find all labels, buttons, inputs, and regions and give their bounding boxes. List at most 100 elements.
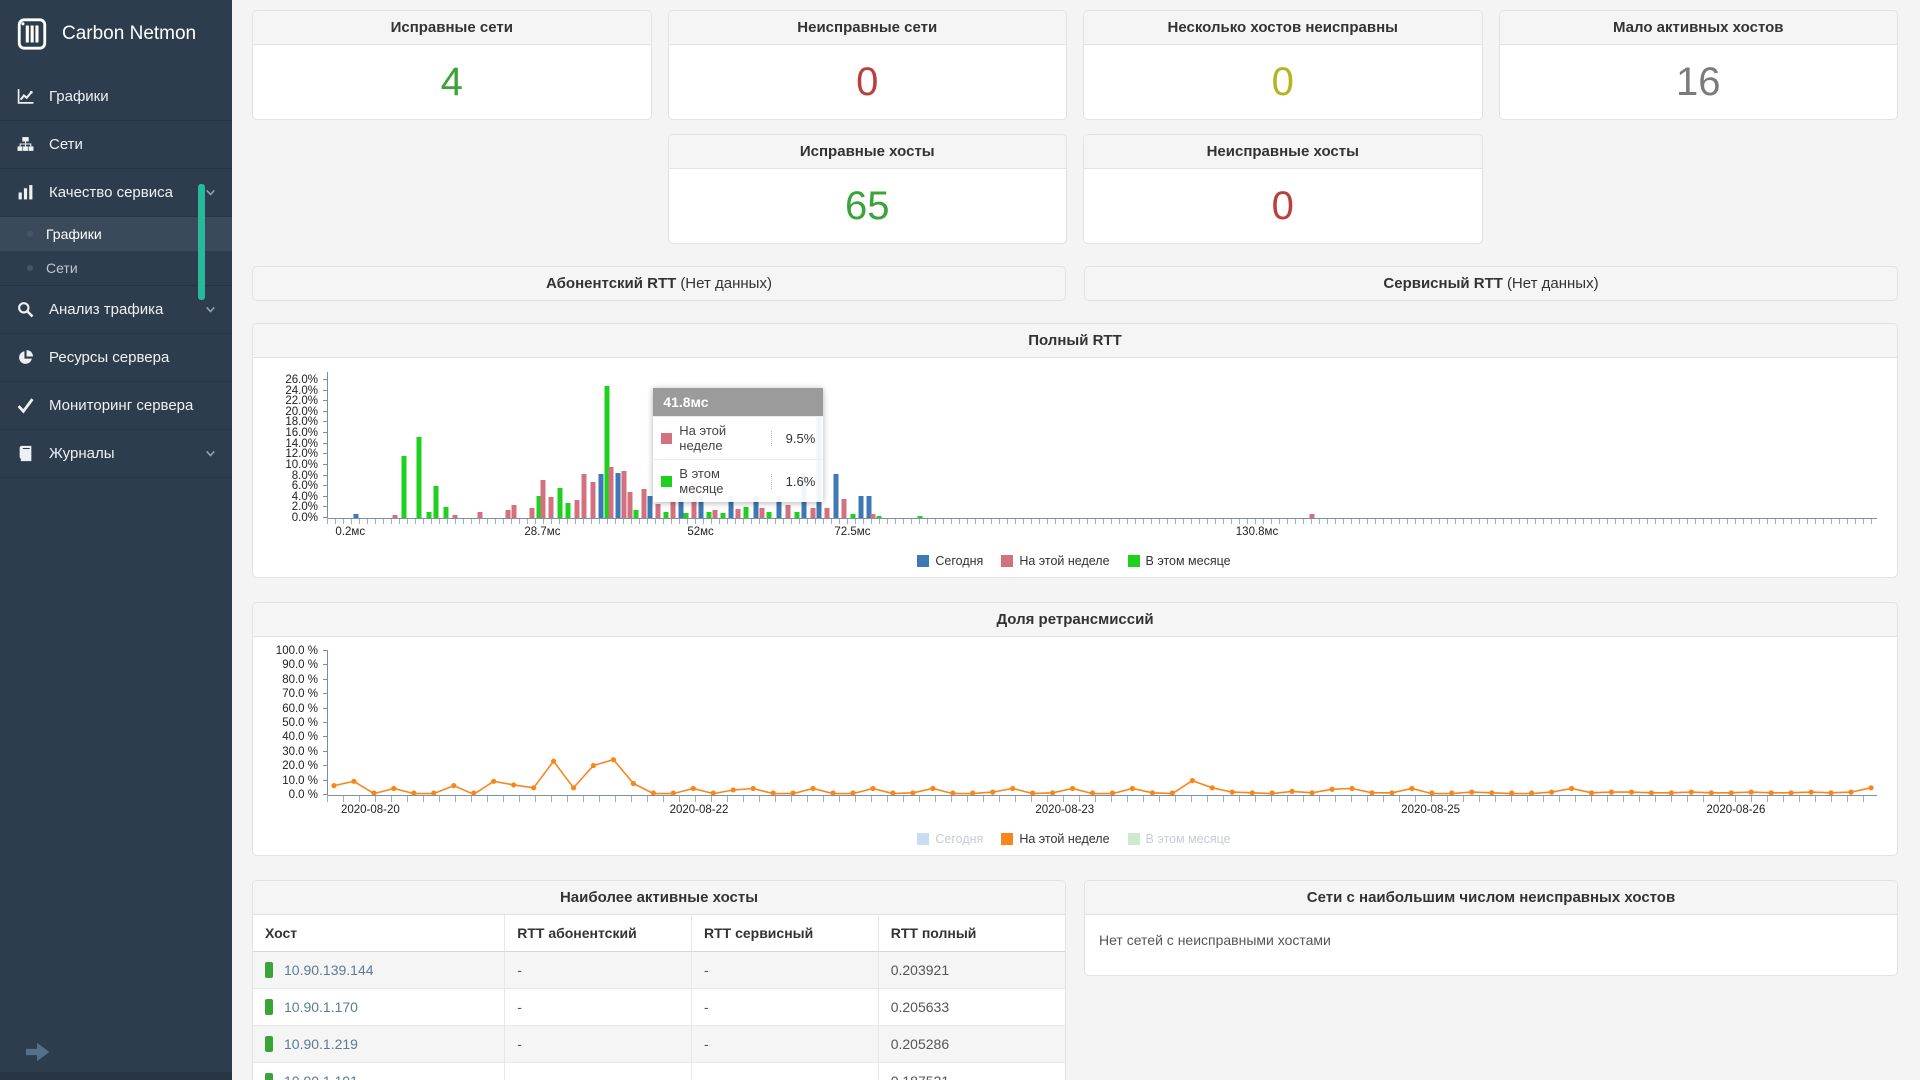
histogram-bar[interactable] xyxy=(655,504,661,518)
legend-item-Сегодня[interactable]: Сегодня xyxy=(917,832,983,846)
legend-swatch xyxy=(1127,833,1140,845)
histogram-bar[interactable] xyxy=(670,502,676,518)
histogram-bar[interactable] xyxy=(529,508,535,518)
legend-label: На этой неделе xyxy=(1019,832,1110,846)
histogram-bar[interactable] xyxy=(633,510,639,518)
host-link[interactable]: 10.90.1.170 xyxy=(284,999,358,1015)
histogram-bar[interactable] xyxy=(511,504,517,518)
value-cell: 0.203921 xyxy=(890,962,950,978)
histogram-bar[interactable] xyxy=(876,515,882,518)
host-cell: 10.90.1.191 xyxy=(253,1062,506,1080)
histogram-bar[interactable] xyxy=(766,511,772,518)
histogram-bar[interactable] xyxy=(850,514,856,518)
sidebar-item-networks[interactable]: Сети xyxy=(0,121,232,169)
histogram-bar[interactable] xyxy=(647,496,653,518)
histogram-bar[interactable] xyxy=(683,512,689,518)
y-tick-label: 0.0 % xyxy=(288,789,318,801)
histogram-bar[interactable] xyxy=(735,508,741,518)
legend-label: В этом месяце xyxy=(1145,554,1231,568)
histogram-bar[interactable] xyxy=(557,488,563,518)
y-tick-mark xyxy=(323,722,328,723)
tooltip-header: 41.8мс xyxy=(653,388,824,416)
histogram-bar[interactable] xyxy=(426,511,432,518)
histogram-bar[interactable] xyxy=(590,482,596,518)
histogram-bar[interactable] xyxy=(824,508,830,518)
x-axis-labels: 2020-08-20 2020-08-22 2020-08-23 2020-08-25… xyxy=(327,804,1877,823)
book-icon xyxy=(16,445,34,462)
histogram-bar[interactable] xyxy=(540,479,546,518)
histogram-bar[interactable] xyxy=(1309,514,1315,518)
host-link[interactable]: 10.90.139.144 xyxy=(284,962,374,978)
y-tick-mark xyxy=(323,432,328,434)
y-tick-mark xyxy=(323,463,328,465)
histogram-bar[interactable] xyxy=(615,473,621,518)
histogram-bar[interactable] xyxy=(706,512,712,518)
histogram-bar[interactable] xyxy=(505,509,511,518)
histogram-bar[interactable] xyxy=(627,492,633,518)
retransmissions-plot-area[interactable]: 100.0 % 90.0 % 80.0 % 70.0 % 60.0 % 50.0 % 40.… xyxy=(276,645,1877,801)
host-status-badge xyxy=(265,962,273,978)
histogram-bar[interactable] xyxy=(443,507,449,518)
y-tick-label: 70.0 % xyxy=(282,688,318,701)
histogram-bar[interactable] xyxy=(785,505,791,518)
full-rtt-plot-area[interactable]: 41.8мс На этой неделе 9.5% В этом месяце 1.… xyxy=(285,372,1877,524)
sidebar-item-monitoring[interactable]: Мониторинг сервера xyxy=(0,382,232,430)
histogram-bar[interactable] xyxy=(392,514,398,518)
x-axis-labels: 0.2мс 28.7мс 52мс 72.5мс 130.8мс xyxy=(327,526,1877,545)
histogram-bar[interactable] xyxy=(810,507,816,518)
sidebar-scrollbar-thumb[interactable] xyxy=(198,184,205,300)
histogram-bar[interactable] xyxy=(858,496,864,518)
retransmission-line[interactable] xyxy=(328,651,1877,795)
histogram-bar[interactable] xyxy=(477,511,483,518)
legend-swatch xyxy=(917,555,930,567)
histogram-bar[interactable] xyxy=(565,502,571,518)
histogram-bar[interactable] xyxy=(794,511,800,518)
histogram-bar[interactable] xyxy=(917,515,923,518)
histogram-bar[interactable] xyxy=(720,512,726,518)
histogram-bar[interactable] xyxy=(621,471,627,518)
bottom-row: Наиболее активные хосты Хост RTT абонентс… xyxy=(252,880,1898,1080)
histogram-bar[interactable] xyxy=(759,508,765,518)
y-tick-mark xyxy=(323,453,328,455)
histogram-bar[interactable] xyxy=(581,473,587,518)
client-rtt-title: Абонентский RTT xyxy=(546,275,677,292)
stat-card-неисправные-хосты: Неисправные хосты 0 xyxy=(1083,134,1483,244)
histogram-bar[interactable] xyxy=(870,513,876,518)
sidebar-item-logs[interactable]: Журналы xyxy=(0,430,232,478)
stat-cards-row-2: Исправные хосты 65 Неисправные хосты 0 xyxy=(252,134,1898,244)
y-tick-mark xyxy=(323,765,328,767)
histogram-bar[interactable] xyxy=(452,515,458,518)
client-rtt-panel: Абонентский RTT (Нет данных) xyxy=(252,266,1066,301)
legend-item-На этой неделе[interactable]: На этой неделе xyxy=(1001,554,1110,568)
value-cell: - xyxy=(504,1025,692,1063)
stat-card-value: 16 xyxy=(1676,59,1721,104)
histogram-bar[interactable] xyxy=(433,485,439,518)
legend-item-В этом месяце[interactable]: В этом месяце xyxy=(1127,554,1231,568)
histogram-bar[interactable] xyxy=(353,513,359,518)
histogram-bar[interactable] xyxy=(608,467,614,518)
histogram-bar[interactable] xyxy=(548,496,554,518)
retransmissions-panel: Доля ретрансмиссий 100.0 % 90.0 % 80.0 % 70… xyxy=(252,602,1898,856)
app-logo[interactable]: Carbon Netmon xyxy=(0,0,232,73)
histogram-bar[interactable] xyxy=(416,437,422,518)
histogram-bar[interactable] xyxy=(712,509,718,518)
host-link[interactable]: 10.90.1.191 xyxy=(284,1073,358,1080)
histogram-bar[interactable] xyxy=(833,474,839,518)
histogram-bar[interactable] xyxy=(841,499,847,518)
sidebar-collapse-button[interactable] xyxy=(24,1040,52,1064)
histogram-bar[interactable] xyxy=(401,455,407,518)
histogram-bar[interactable] xyxy=(641,488,647,518)
histogram-bar[interactable] xyxy=(663,512,669,518)
histogram-bar[interactable] xyxy=(574,499,580,518)
y-tick-mark xyxy=(323,779,328,781)
legend-item-На этой неделе[interactable]: На этой неделе xyxy=(1001,832,1110,846)
legend-item-Сегодня[interactable]: Сегодня xyxy=(917,554,983,568)
service-rtt-note: (Нет данных) xyxy=(1506,275,1599,292)
sidebar-item-resources[interactable]: Ресурсы сервера xyxy=(0,334,232,382)
histogram-bar[interactable] xyxy=(598,474,604,518)
legend-item-В этом месяце[interactable]: В этом месяце xyxy=(1127,832,1231,846)
sidebar-item-graphs[interactable]: Графики xyxy=(0,73,232,121)
host-link[interactable]: 10.90.1.219 xyxy=(284,1036,358,1052)
histogram-bar[interactable] xyxy=(743,507,749,518)
y-tick-label: 10.0 % xyxy=(282,774,318,787)
